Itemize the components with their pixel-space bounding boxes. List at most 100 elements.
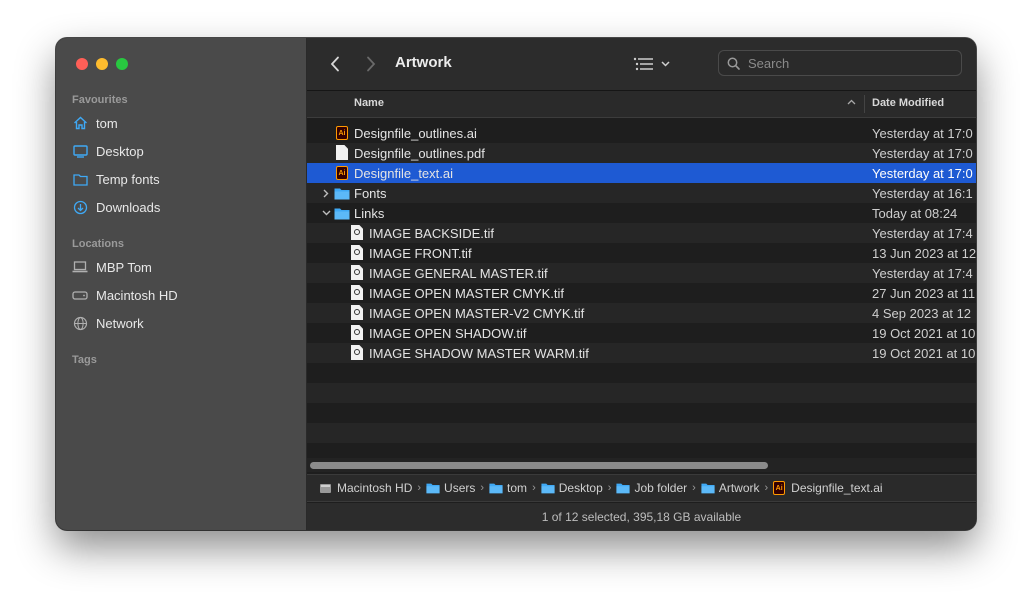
file-row[interactable]: IMAGE OPEN SHADOW.tif 19 Oct 2021 at 10	[307, 323, 976, 343]
empty-row	[307, 383, 976, 403]
file-row[interactable]: Ai Designfile_text.ai Yesterday at 17:0	[307, 163, 976, 183]
path-crumb-label: Artwork	[718, 481, 760, 495]
path-bar: Macintosh HD › Users › tom › Desktop › Job folde…	[307, 474, 976, 502]
sidebar-item-desktop[interactable]: Desktop	[72, 140, 144, 162]
path-crumb[interactable]: Users	[426, 481, 475, 495]
file-row[interactable]: Ai Designfile_outlines.ai Yesterday at 17:…	[307, 123, 976, 143]
empty-row	[307, 363, 976, 383]
folder-icon	[541, 482, 555, 494]
disclosure-collapsed-icon[interactable]	[321, 187, 331, 199]
desktop-icon	[72, 143, 88, 159]
file-row[interactable]: IMAGE OPEN MASTER CMYK.tif 27 Jun 2023 at…	[307, 283, 976, 303]
chevron-down-icon	[661, 61, 670, 67]
folder-icon	[334, 185, 350, 201]
file-name: IMAGE BACKSIDE.tif	[369, 226, 494, 241]
file-name: IMAGE OPEN SHADOW.tif	[369, 326, 527, 341]
ai-file-icon: Ai	[773, 481, 787, 495]
disk-icon	[72, 287, 88, 303]
file-row[interactable]: Fonts Yesterday at 16:1	[307, 183, 976, 203]
path-crumb-label: Users	[444, 481, 476, 495]
empty-row	[307, 443, 976, 453]
path-crumb[interactable]: Ai Designfile_text.ai	[773, 481, 883, 495]
date-modified-column-header[interactable]: Date Modified	[872, 97, 944, 109]
disclosure-expanded-icon[interactable]	[321, 207, 331, 219]
column-divider[interactable]	[864, 95, 865, 113]
file-name: Designfile_outlines.pdf	[354, 146, 485, 161]
tif-file-icon	[349, 345, 365, 361]
window-title: Artwork	[395, 54, 452, 71]
empty-row	[307, 423, 976, 443]
sidebar-item-network[interactable]: Network	[72, 312, 144, 334]
back-button[interactable]	[325, 53, 345, 75]
path-crumb-label: Job folder	[634, 481, 688, 495]
path-crumb-label: Macintosh HD	[337, 481, 413, 495]
file-name: Designfile_outlines.ai	[354, 126, 477, 141]
file-row[interactable]: IMAGE FRONT.tif 13 Jun 2023 at 12	[307, 243, 976, 263]
file-date-modified: Yesterday at 17:4	[872, 226, 973, 241]
sidebar-item-temp-fonts[interactable]: Temp fonts	[72, 168, 160, 190]
file-row[interactable]: IMAGE SHADOW MASTER WARM.tif 19 Oct 2021 …	[307, 343, 976, 363]
file-name: Designfile_text.ai	[354, 166, 453, 181]
file-row[interactable]: Designfile_outlines.pdf Yesterday at 17:0	[307, 143, 976, 163]
home-icon	[72, 115, 88, 131]
file-row[interactable]: Links Today at 08:24	[307, 203, 976, 223]
sort-ascending-icon	[847, 99, 856, 105]
status-bar: 1 of 12 selected, 395,18 GB available	[307, 503, 976, 530]
empty-row	[307, 403, 976, 423]
sidebar-item-mbp-tom[interactable]: MBP Tom	[72, 256, 152, 278]
finder-window: Favourites tom Desktop Temp fonts Downlo…	[56, 38, 976, 530]
folder-icon	[72, 171, 88, 187]
path-crumb[interactable]: Job folder	[616, 481, 687, 495]
file-browser: Artwork Name Date Modified Ai Designfile_…	[307, 38, 976, 530]
scrollbar-thumb[interactable]	[310, 462, 768, 469]
sidebar-item-label: tom	[96, 115, 118, 131]
laptop-icon	[72, 259, 88, 275]
file-date-modified: Yesterday at 16:1	[872, 186, 973, 201]
sidebar-item-tom[interactable]: tom	[72, 112, 118, 134]
folder-icon	[616, 482, 630, 494]
chevron-right-icon	[367, 56, 376, 72]
path-crumb-label: Desktop	[558, 481, 603, 495]
sidebar-item-label: Downloads	[96, 199, 161, 215]
horizontal-scrollbar[interactable]	[307, 458, 976, 472]
path-crumb[interactable]: Artwork	[701, 481, 760, 495]
traffic-lights	[76, 58, 128, 70]
sidebar-item-macintosh-hd[interactable]: Macintosh HD	[72, 284, 178, 306]
file-row[interactable]: IMAGE GENERAL MASTER.tif Yesterday at 17:…	[307, 263, 976, 283]
sidebar-item-downloads[interactable]: Downloads	[72, 196, 160, 218]
path-separator-icon: ›	[692, 482, 696, 494]
file-date-modified: Yesterday at 17:0	[872, 126, 973, 141]
forward-button[interactable]	[361, 53, 381, 75]
name-column-header[interactable]: Name	[354, 97, 384, 109]
path-crumb[interactable]: Macintosh HD	[319, 481, 412, 495]
tif-file-icon	[349, 225, 365, 241]
view-options-button[interactable]	[633, 54, 670, 74]
pdf-file-icon	[334, 145, 350, 161]
sidebar-item-label: Temp fonts	[96, 171, 160, 187]
disk-icon	[319, 482, 333, 494]
sidebar-item-label: Macintosh HD	[96, 287, 178, 303]
search-field[interactable]	[718, 50, 962, 76]
download-icon	[72, 199, 88, 215]
zoom-window-button[interactable]	[116, 58, 128, 70]
ai-file-icon: Ai	[334, 125, 350, 141]
path-crumb[interactable]: tom	[489, 481, 527, 495]
close-window-button[interactable]	[76, 58, 88, 70]
path-crumb-label: tom	[507, 481, 528, 495]
path-separator-icon: ›	[532, 482, 536, 494]
path-crumb[interactable]: Desktop	[541, 481, 603, 495]
column-header: Name Date Modified	[307, 91, 976, 118]
file-row[interactable]: IMAGE BACKSIDE.tif Yesterday at 17:4	[307, 223, 976, 243]
file-date-modified: 4 Sep 2023 at 12	[872, 306, 972, 321]
globe-icon	[72, 315, 88, 331]
path-separator-icon: ›	[607, 482, 612, 494]
search-input[interactable]	[746, 54, 950, 72]
file-name: IMAGE SHADOW MASTER WARM.tif	[369, 346, 589, 361]
locations-header: Locations	[72, 238, 124, 250]
file-date-modified: Yesterday at 17:0	[872, 146, 973, 161]
file-list: Ai Designfile_outlines.ai Yesterday at 17:…	[307, 123, 976, 453]
sidebar: Favourites tom Desktop Temp fonts Downlo…	[56, 38, 307, 530]
minimize-window-button[interactable]	[96, 58, 108, 70]
file-row[interactable]: IMAGE OPEN MASTER-V2 CMYK.tif 4 Sep 2023 …	[307, 303, 976, 323]
folder-icon	[701, 482, 715, 494]
